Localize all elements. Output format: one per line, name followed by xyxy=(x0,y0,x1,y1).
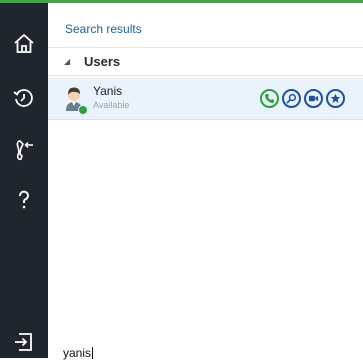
transfer-icon xyxy=(16,140,33,161)
contact-status: Available xyxy=(93,100,130,110)
logout-button[interactable] xyxy=(6,325,42,359)
favorite-button[interactable] xyxy=(326,89,345,108)
logout-icon xyxy=(15,333,32,351)
home-button[interactable] xyxy=(6,27,42,61)
presence-available-icon xyxy=(78,105,88,115)
main-panel: Search results ◢ Users Yanis Available y… xyxy=(48,3,363,360)
group-label: Users xyxy=(84,54,121,69)
users-group-header[interactable]: ◢ Users xyxy=(48,47,363,76)
history-button[interactable] xyxy=(6,81,42,115)
text-caret xyxy=(92,347,94,359)
contact-row[interactable]: Yanis Available xyxy=(48,78,363,120)
call-button[interactable] xyxy=(260,89,279,108)
transfer-button[interactable] xyxy=(6,133,42,167)
phone-icon xyxy=(264,93,275,104)
help-button[interactable] xyxy=(6,183,42,217)
contact-actions xyxy=(260,89,345,109)
search-results-title: Search results xyxy=(65,22,142,36)
search-contact-button[interactable] xyxy=(282,89,301,108)
search-icon xyxy=(286,93,297,104)
sidebar xyxy=(0,3,48,358)
video-call-button[interactable] xyxy=(304,89,323,108)
star-icon xyxy=(330,93,341,103)
collapse-triangle-icon[interactable]: ◢ xyxy=(64,57,74,66)
video-icon xyxy=(308,95,319,102)
help-icon xyxy=(19,190,29,209)
home-icon xyxy=(14,34,34,53)
history-icon xyxy=(13,89,33,107)
contact-name: Yanis xyxy=(93,84,123,98)
